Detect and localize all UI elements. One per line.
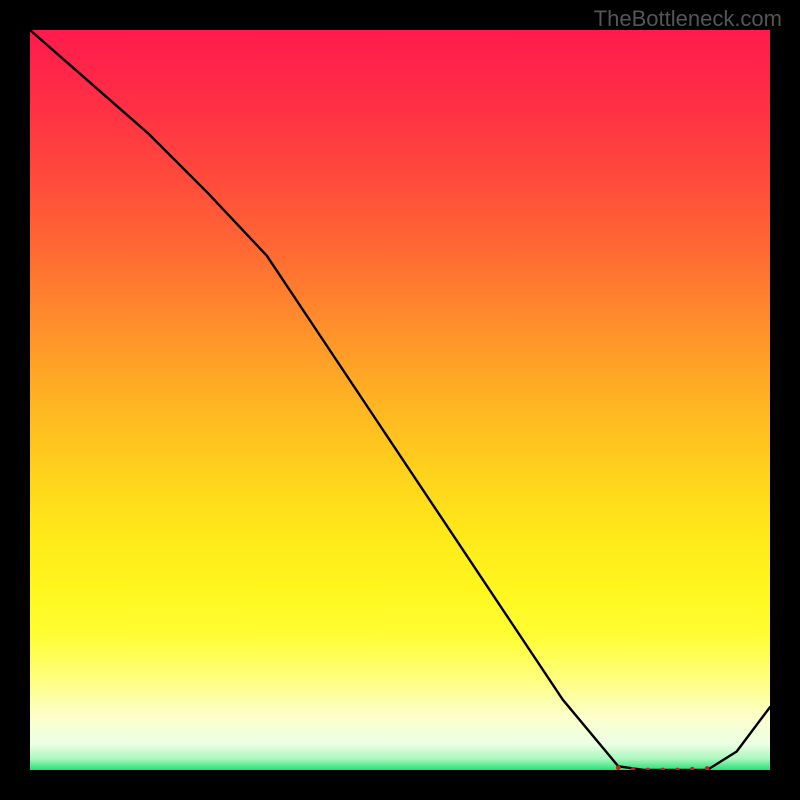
marker-dot xyxy=(705,766,710,770)
marker-dot xyxy=(675,768,680,770)
line-series xyxy=(30,30,770,770)
marker-dot xyxy=(690,767,695,770)
plot-area xyxy=(30,30,770,770)
marker-dot xyxy=(660,768,665,770)
chart-root: TheBottleneck.com xyxy=(0,0,800,800)
marker-dot xyxy=(646,768,651,770)
marker-dot xyxy=(616,765,621,770)
attribution-text: TheBottleneck.com xyxy=(594,6,782,32)
